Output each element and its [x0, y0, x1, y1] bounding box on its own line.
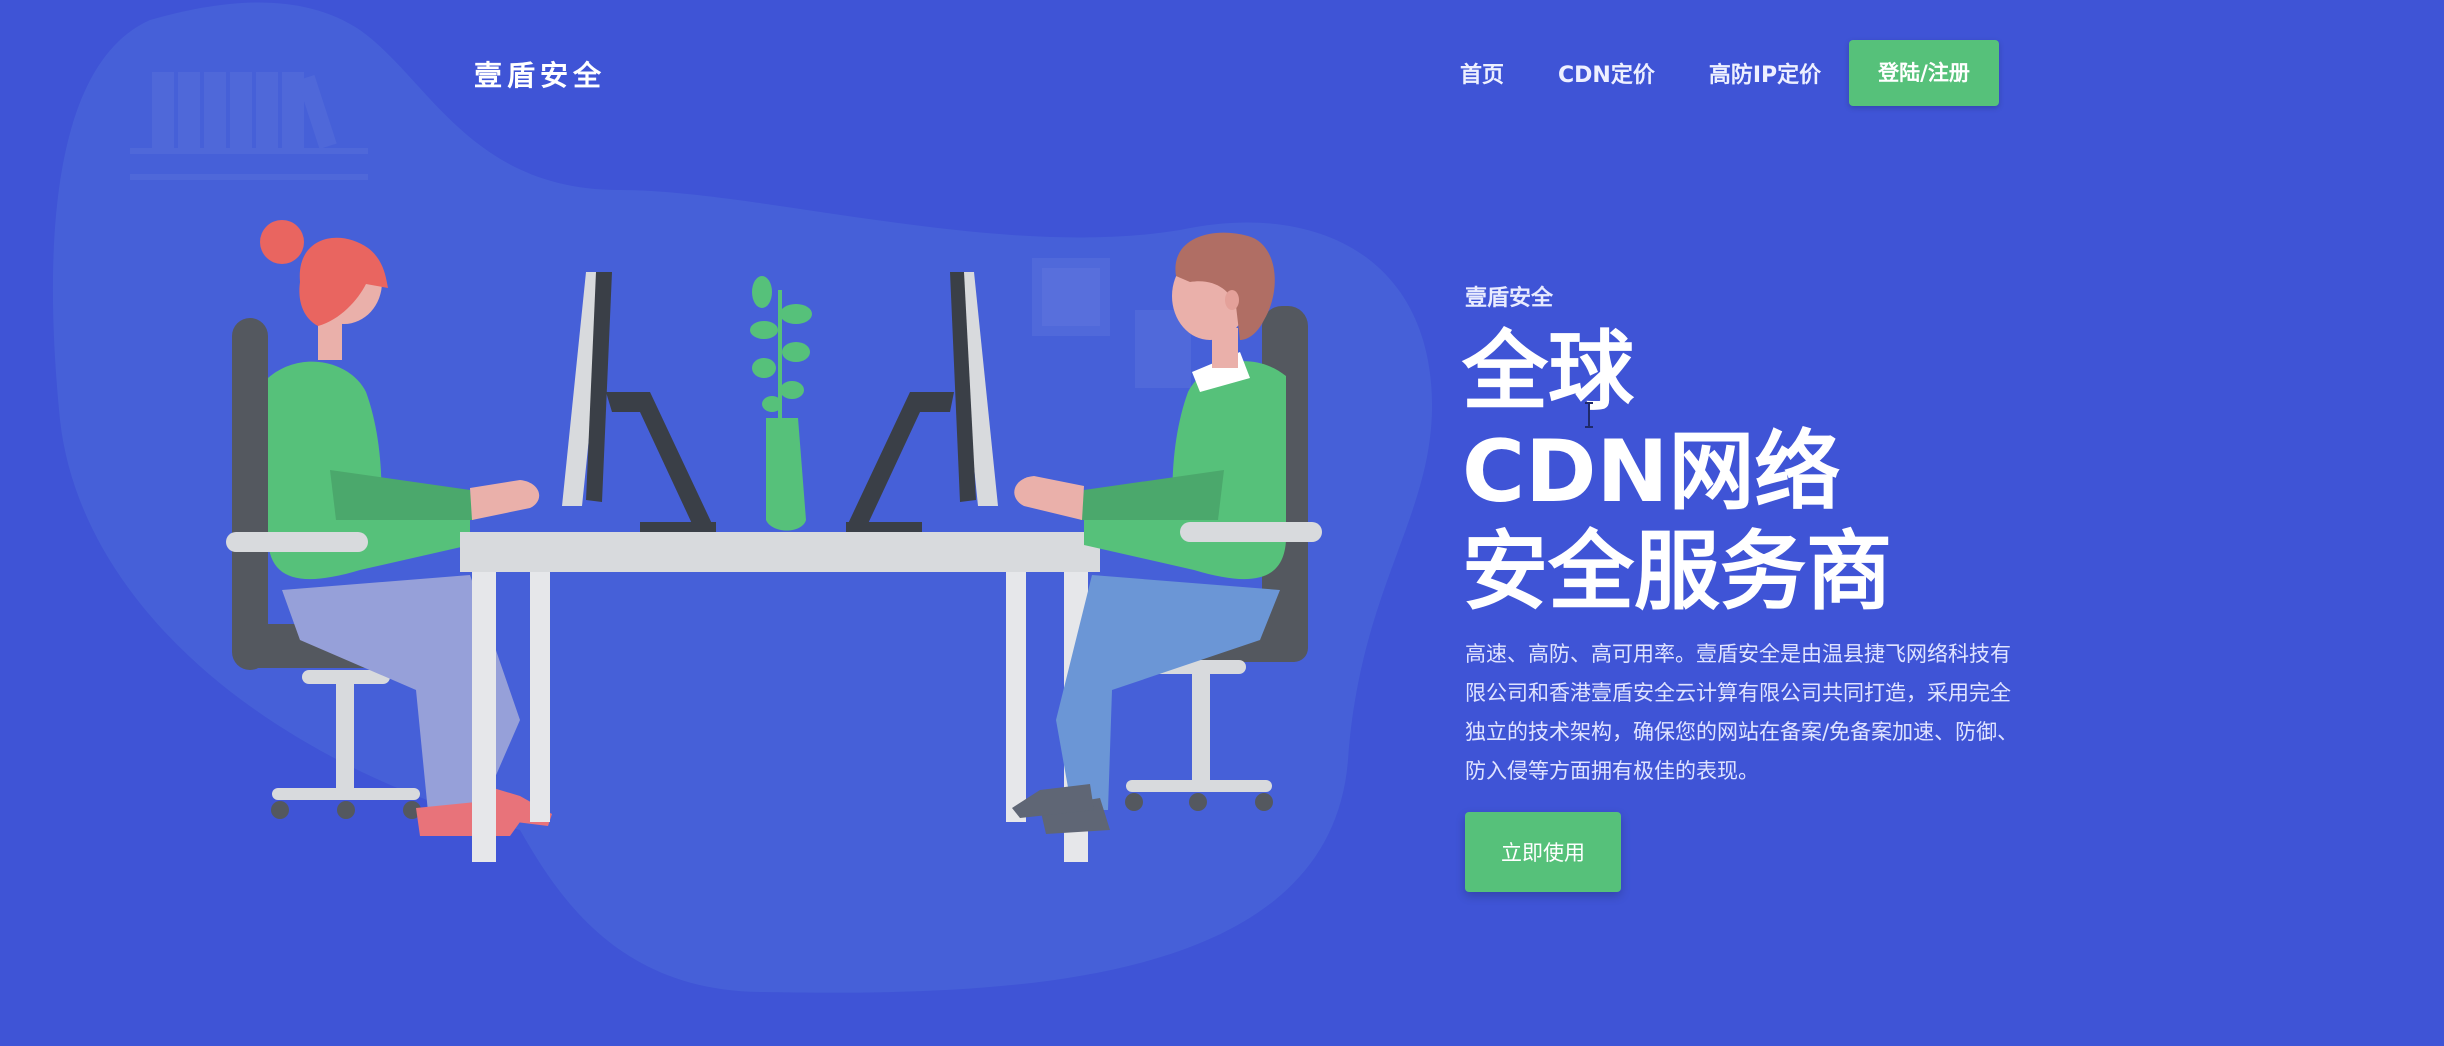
brand-logo[interactable]: 壹盾安全 [474, 54, 606, 94]
woman-figure [226, 220, 552, 836]
nav-cdn-pricing[interactable]: CDN定价 [1558, 57, 1655, 89]
nav-ddos-ip-pricing[interactable]: 高防IP定价 [1709, 57, 1821, 89]
hero-description: 高速、高防、高可用率。壹盾安全是由温县捷飞网络科技有限公司和香港壹盾安全云计算有… [1465, 642, 2019, 783]
hero-title-line-2: CDN网络 [1462, 422, 1841, 522]
hero-title: 全球 CDN网络 安全服务商 [1462, 322, 1892, 622]
plant-vase [750, 276, 812, 531]
hero-illustration [226, 220, 1322, 862]
text-cursor-icon [1585, 402, 1593, 428]
main-nav: 首页 CDN定价 高防IP定价 登陆/注册 [1460, 40, 1999, 106]
hero-eyebrow: 壹盾安全 [1465, 286, 1554, 311]
login-register-button[interactable]: 登陆/注册 [1849, 40, 1999, 106]
monitor-right [846, 272, 998, 532]
desk [460, 532, 1100, 862]
hero-title-line-3: 安全服务商 [1462, 522, 1892, 622]
get-started-button[interactable]: 立即使用 [1465, 812, 1621, 892]
nav-home[interactable]: 首页 [1460, 57, 1504, 89]
monitor-left [562, 272, 716, 532]
hero-title-line-1: 全球 [1462, 322, 1634, 422]
